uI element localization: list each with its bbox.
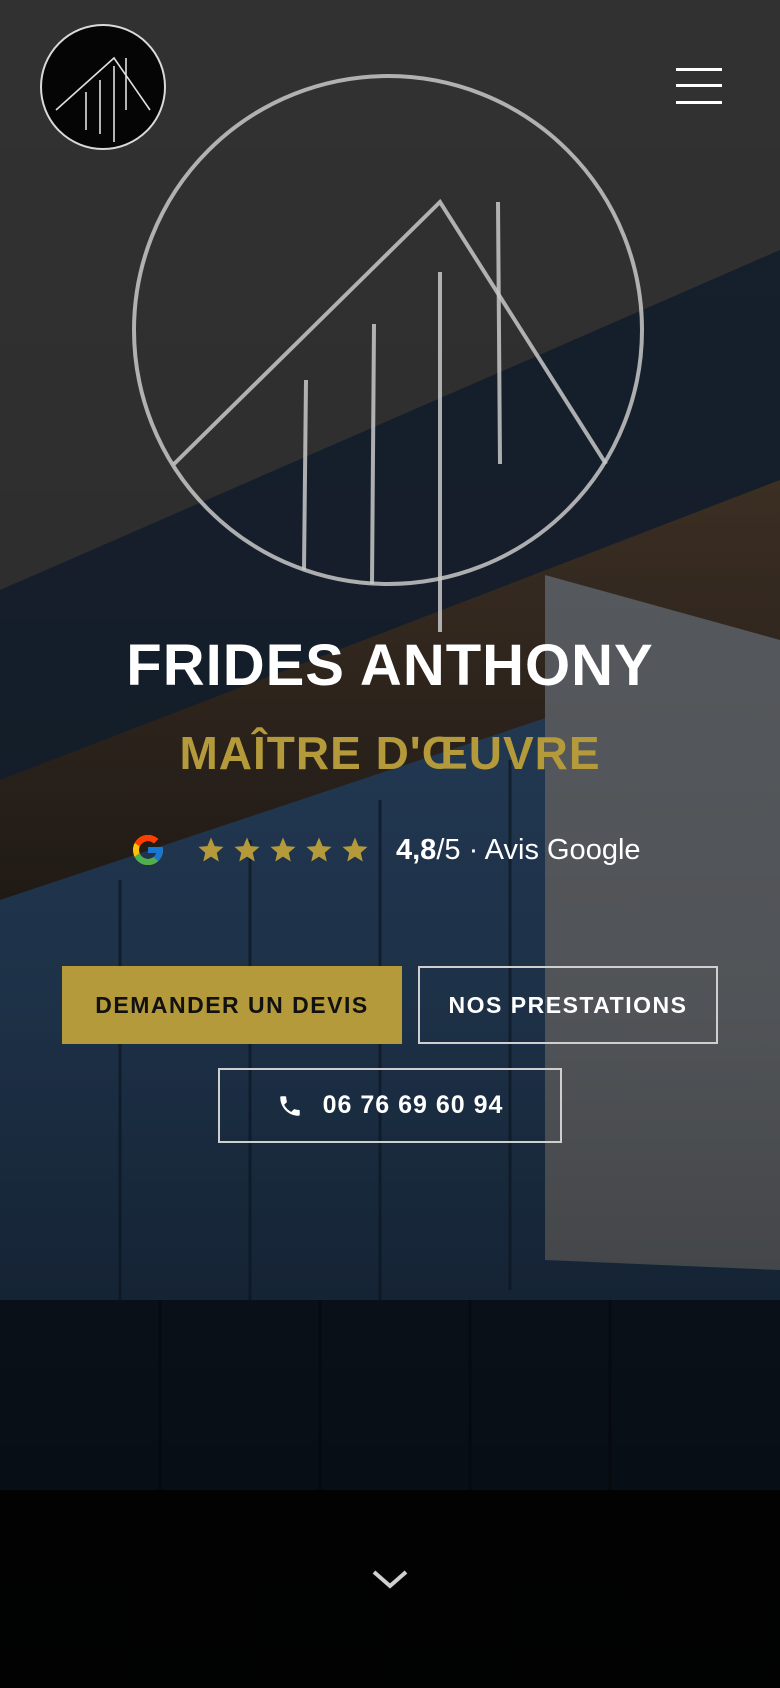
hero-section: FRIDES ANTHONY MAÎTRE D'ŒUVRE 4,8/5 · Av… (0, 0, 780, 1688)
star-icon (198, 837, 224, 862)
star-icon (306, 837, 332, 862)
rating-score: 4,8 (396, 833, 437, 866)
phone-button[interactable]: 06 76 69 60 94 (218, 1068, 562, 1143)
services-button[interactable]: NOS PRESTATIONS (418, 966, 718, 1044)
services-label: NOS PRESTATIONS (448, 991, 688, 1018)
request-quote-label: DEMANDER UN DEVIS (95, 991, 369, 1018)
phone-icon (279, 1095, 300, 1116)
star-icon (270, 837, 296, 862)
hamburger-menu-icon (672, 64, 726, 108)
star-icon (342, 837, 368, 862)
google-rating[interactable]: 4,8/5 · Avis Google (130, 830, 641, 870)
request-quote-button[interactable]: DEMANDER UN DEVIS (62, 966, 402, 1044)
rating-suffix: /5 · Avis Google (436, 833, 641, 866)
page-title: FRIDES ANTHONY (126, 633, 654, 698)
frides-logo-large-icon (132, 74, 644, 632)
rating-stars (196, 835, 370, 865)
header-logo[interactable] (40, 24, 166, 150)
menu-button[interactable] (672, 64, 726, 108)
google-g-icon (133, 835, 163, 865)
frides-logo-icon (55, 56, 151, 142)
rating-text: 4,8/5 · Avis Google (396, 834, 641, 867)
chevron-down-icon[interactable] (370, 1566, 410, 1592)
phone-number: 06 76 69 60 94 (322, 1091, 504, 1119)
star-icon (234, 837, 260, 862)
page-subtitle: MAÎTRE D'ŒUVRE (179, 727, 601, 779)
